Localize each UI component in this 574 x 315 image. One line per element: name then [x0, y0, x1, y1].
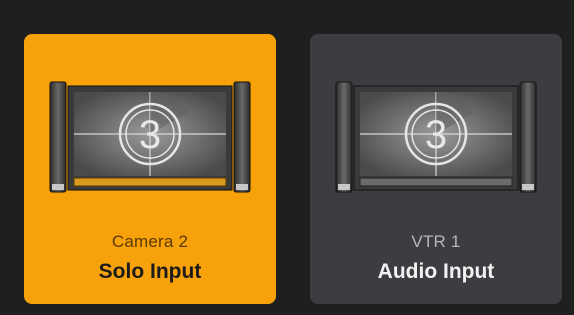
input-selector-panel: 3 Camera 2 Solo Input 3 VTR 1 Audio Inpu…: [0, 0, 574, 315]
countdown-digit: 3: [425, 113, 447, 157]
countdown-digit: 3: [139, 113, 161, 157]
countdown-leader-monitor-icon: 3: [48, 80, 252, 196]
mode-label: Solo Input: [98, 260, 202, 283]
audio-input-tile[interactable]: 3 VTR 1 Audio Input: [310, 34, 562, 304]
mode-label: Audio Input: [377, 260, 495, 283]
source-label: Camera 2: [111, 232, 189, 251]
source-label: VTR 1: [411, 232, 461, 251]
countdown-leader-monitor-icon: 3: [334, 80, 538, 196]
solo-input-tile[interactable]: 3 Camera 2 Solo Input: [24, 34, 276, 304]
